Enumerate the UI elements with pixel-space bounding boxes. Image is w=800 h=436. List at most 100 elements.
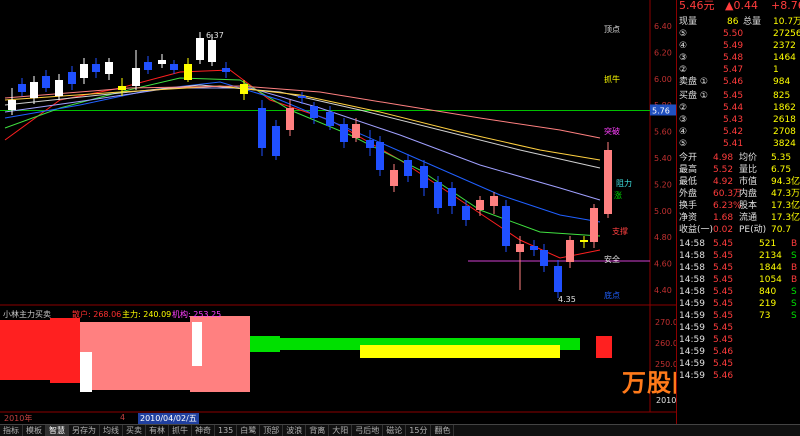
quote-change: ▲0.44	[725, 0, 758, 12]
candle-body	[18, 84, 26, 92]
candle-body	[132, 68, 140, 86]
candle-body	[240, 84, 248, 94]
indicator-tab[interactable]: 波浪	[283, 425, 307, 436]
volume-row: 现量 86 总量 10.7万	[679, 17, 800, 27]
kline-chart[interactable]: 6.406.206.005.805.605.405.205.004.804.60…	[0, 0, 676, 424]
candle-body	[366, 140, 374, 148]
sub-chart-title: 小林主力买卖	[3, 310, 51, 319]
buy-level-row: 买盘 ① 5.45 825	[679, 91, 791, 101]
tick-row: 14:59 5.46	[679, 347, 734, 357]
candle-body	[68, 72, 76, 84]
candle-body	[144, 62, 152, 70]
indicator-tab[interactable]: 另存为	[69, 425, 100, 436]
stat-row: 最低 4.92 市值 94.3亿	[679, 177, 800, 187]
candle-body	[222, 68, 230, 72]
candle-body	[208, 40, 216, 62]
label-breakout: 突破	[604, 126, 620, 136]
moving-average-line	[4, 87, 601, 201]
candle-body	[404, 160, 412, 176]
candle-body	[490, 196, 498, 206]
candle-body	[286, 108, 294, 130]
y-tick-label: 4.80	[654, 233, 672, 242]
label-support: 支撑	[612, 226, 628, 236]
stat-row: 净资 1.68 流通 17.3亿	[679, 213, 800, 223]
indicator-tab[interactable]: 15分	[406, 425, 432, 436]
tick-row: 14:59 5.46	[679, 371, 734, 381]
indicator-tab[interactable]: 抓牛	[169, 425, 192, 436]
indicator-tab[interactable]: 大阳	[329, 425, 353, 436]
candle-body	[448, 188, 456, 206]
indicator-tab[interactable]: 135	[215, 425, 238, 436]
candle-body	[540, 250, 548, 266]
date-year: 2010年	[4, 414, 33, 423]
quote-change-pct: +8.76	[771, 0, 800, 12]
candle-body	[580, 240, 588, 242]
sub-chart-bar	[596, 336, 612, 358]
quote-price: 5.46元	[679, 0, 715, 12]
candle-body	[554, 266, 562, 292]
buy-level-row: ③ 5.43 2618	[679, 115, 796, 125]
indicator-tab[interactable]: 买卖	[123, 425, 146, 436]
tick-row: 14:59 5.45 73 S	[679, 311, 797, 321]
candle-body	[462, 206, 470, 220]
stat-row: 最高 5.52 量比 6.75	[679, 165, 792, 175]
candle-body	[434, 182, 442, 208]
sub-y-tick-label: 260.0	[655, 339, 676, 348]
candle-body	[310, 106, 318, 118]
indicator-tab[interactable]: 背离	[306, 425, 330, 436]
indicator-tab[interactable]: 指标	[0, 425, 23, 436]
candle-body	[258, 108, 266, 148]
date-marker: 4	[120, 413, 126, 422]
indicator-tab[interactable]: 有林	[146, 425, 169, 436]
label-resistance: 阻力	[616, 178, 632, 188]
candle-body	[420, 166, 428, 188]
y-tick-label: 6.00	[654, 75, 672, 84]
indicator-tab[interactable]: 模板	[23, 425, 46, 436]
candle-body	[604, 150, 612, 214]
indicator-tab[interactable]: 智慧	[46, 425, 69, 436]
candle-body	[502, 206, 510, 246]
indicator-tab[interactable]: 均线	[100, 425, 123, 436]
label-safe: 安全	[604, 254, 620, 264]
stat-row: 今开 4.98 均价 5.35	[679, 153, 792, 163]
sub-chart-bar	[0, 320, 50, 380]
buy-level-row: ⑤ 5.41 3824	[679, 139, 796, 149]
indicator-tab[interactable]: 弓后地	[352, 425, 384, 436]
candle-body	[516, 244, 524, 252]
sell-level-row: ② 5.47 1	[679, 65, 779, 75]
candle-body	[30, 82, 38, 98]
indicator-tab[interactable]: 磁论	[383, 425, 407, 436]
legend-retail: 散户: 268.06	[72, 310, 122, 319]
sell-level-row: 卖盘 ① 5.46 984	[679, 77, 791, 87]
buy-level-row: ④ 5.42 2708	[679, 127, 796, 137]
indicator-tab[interactable]: 翻色	[431, 425, 455, 436]
y-tick-label: 5.20	[654, 180, 672, 189]
tick-row: 14:58 5.45 2134 S	[679, 251, 797, 261]
low-price-marker: 4.35	[558, 295, 576, 304]
candle-body	[184, 64, 192, 80]
cursor-date: 2010/04/02/五	[138, 413, 199, 424]
y-tick-label: 4.60	[654, 260, 672, 269]
indicator-tab-bar: 指标 模板 智慧 另存为 均线 买卖 有林 抓牛 神奇 135 白鹭 顶部 波浪 背离 大阳 弓后地 磁论 15分…	[0, 424, 800, 436]
tick-row: 14:58 5.45 1054 B	[679, 275, 798, 285]
label-rise: 涨	[614, 190, 622, 200]
tick-row: 14:59 5.45	[679, 335, 734, 345]
tick-row: 14:58 5.45 521 B	[679, 239, 798, 249]
sub-chart-bar	[250, 336, 280, 352]
tick-row: 14:58 5.45 1844 B	[679, 263, 798, 273]
candle-body	[55, 80, 63, 96]
indicator-tab[interactable]: 白鹭	[237, 425, 261, 436]
candle-body	[476, 200, 484, 210]
label-top-point: 顶点	[604, 25, 620, 34]
tick-row: 14:59 5.45	[679, 323, 734, 333]
sell-level-row: ③ 5.48 1464	[679, 53, 796, 63]
indicator-tab[interactable]: 神奇	[192, 425, 215, 436]
candle-body	[158, 60, 166, 64]
indicator-tab[interactable]: 顶部	[260, 425, 284, 436]
stat-row: 换手 6.23% 股本 17.3亿	[679, 201, 800, 211]
candle-body	[42, 76, 50, 88]
candle-body	[92, 64, 100, 72]
y-tick-label: 6.40	[654, 22, 672, 31]
candle-body	[80, 64, 88, 78]
label-bottom: 底点	[604, 290, 620, 300]
